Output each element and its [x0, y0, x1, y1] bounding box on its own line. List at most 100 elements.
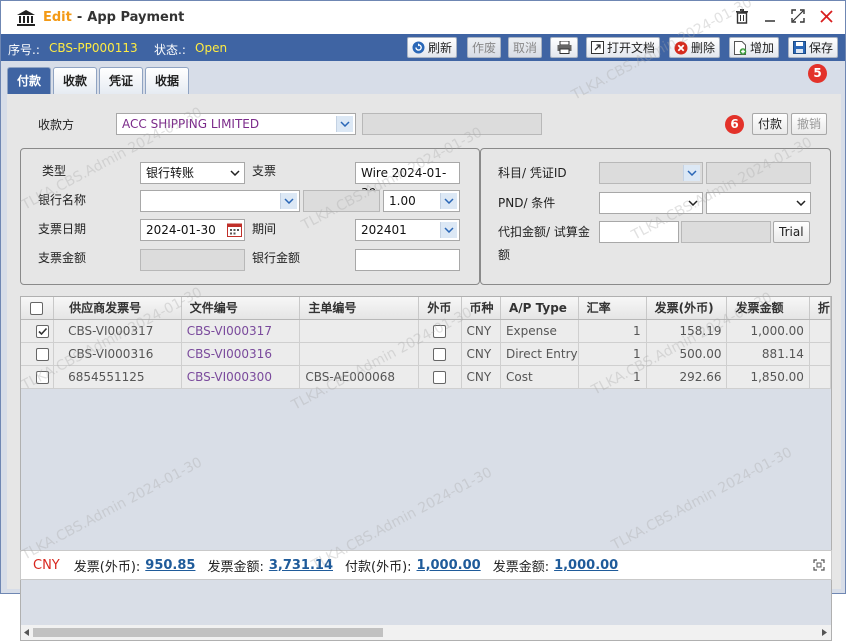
row-checkbox[interactable] [36, 347, 49, 361]
col-invoice-amount[interactable]: 发票金额 [726, 297, 810, 320]
cell-invoice-amount: 881.14 [726, 342, 810, 366]
row-checkbox[interactable] [36, 370, 49, 384]
void-button[interactable]: 作废 [467, 37, 502, 58]
type-select[interactable]: 银行转账 [140, 162, 245, 184]
seq-label: 序号.: [8, 43, 40, 57]
fx-checkbox[interactable] [433, 324, 447, 338]
payment-info-group: 类型 银行转账 支票 Wire 2024-01-30 银行名称 1.00 支票日… [20, 148, 480, 285]
chevron-down-icon [440, 222, 457, 238]
pay-button[interactable]: 付款 [752, 113, 789, 135]
fx-checkbox[interactable] [433, 347, 447, 361]
badge-6: 6 [725, 115, 744, 134]
table-row[interactable]: CBS-VI000316 CBS-VI000316 CNY Direct Entry 1… [21, 342, 831, 366]
accounting-info-group: 科目/ 凭证ID PND/ 条件 代扣金额/ 试算金 额 Trial [480, 148, 831, 285]
col-ap-type[interactable]: A/P Type [500, 297, 579, 320]
chevron-down-icon [796, 200, 806, 206]
col-doc-no[interactable]: 文件编号 [181, 297, 301, 320]
col-currency[interactable]: 币种 [461, 297, 501, 320]
scrollbar-thumb[interactable] [33, 628, 383, 637]
open-doc-label: 打开文档 [607, 41, 656, 55]
col-foreign-currency[interactable]: 外币 [418, 297, 462, 320]
footer-currency: CNY [33, 557, 60, 573]
fx-checkbox[interactable] [433, 370, 447, 384]
select-all-checkbox[interactable] [30, 301, 43, 315]
col-invoice-fc[interactable]: 发票(外币) [646, 297, 728, 320]
row-checkbox-cell [21, 342, 55, 366]
cheque-field[interactable]: Wire 2024-01-30 [355, 162, 460, 200]
tab-receipt-doc[interactable]: 收据 [145, 67, 190, 94]
type-value: 银行转账 [146, 166, 195, 180]
cell-discount [809, 319, 831, 343]
cell-supplier-invoice: CBS-VI000316 [53, 342, 182, 366]
chevron-down-icon [336, 116, 353, 132]
close-icon[interactable] [817, 9, 835, 27]
horizontal-scrollbar[interactable] [21, 625, 831, 640]
cancel-button[interactable]: 取消 [508, 37, 543, 58]
footer-inv-fc-value[interactable]: 950.85 [145, 558, 195, 573]
save-button[interactable]: 保存 [788, 37, 839, 58]
status-label: 状态.: [154, 43, 186, 57]
footer-inv-amt2-value[interactable]: 1,000.00 [554, 558, 618, 573]
trash-icon[interactable] [733, 9, 751, 27]
footer-pay-fc-value[interactable]: 1,000.00 [417, 558, 481, 573]
scroll-left-icon[interactable] [24, 629, 30, 636]
chevron-down-icon [688, 200, 698, 206]
cell-doc-no: CBS-VI000316 [181, 342, 301, 366]
withhold-label-2: 额 [498, 248, 511, 262]
summary-footer: CNY 发票(外币): 950.85 发票金额: 3,731.14 付款(外币)… [20, 550, 832, 580]
withhold-label: 代扣金额/ 试算金 [498, 225, 590, 239]
maximize-icon[interactable] [789, 9, 807, 27]
pnd-select[interactable] [599, 192, 703, 214]
period-select[interactable]: 202401 [355, 219, 460, 241]
period-value: 202401 [361, 223, 407, 237]
cell-invoice-fc: 500.00 [646, 342, 728, 366]
col-rate[interactable]: 汇率 [578, 297, 647, 320]
refresh-button[interactable]: 刷新 [407, 37, 458, 58]
tab-voucher[interactable]: 凭证 [99, 67, 144, 94]
bank-name-select[interactable] [140, 190, 300, 212]
cheque-date-field[interactable]: 2024-01-30 [140, 219, 245, 241]
cheque-amount-field [140, 249, 245, 271]
trial-button[interactable]: Trial [773, 221, 810, 243]
withhold-amount-field[interactable] [599, 221, 679, 243]
open-doc-button[interactable]: 打开文档 [586, 37, 661, 58]
footer-inv-amt-value[interactable]: 3,731.14 [269, 558, 333, 573]
condition-select[interactable] [706, 192, 811, 214]
row-checkbox[interactable] [36, 324, 49, 338]
void-label: 作废 [472, 41, 497, 55]
account-select [599, 162, 703, 184]
tab-receipt[interactable]: 收款 [53, 67, 98, 94]
payee-select[interactable]: ACC SHIPPING LIMITED [116, 113, 356, 135]
expand-icon[interactable] [813, 559, 825, 571]
cell-invoice-fc: 292.66 [646, 365, 728, 389]
chevron-down-icon [280, 193, 297, 209]
cell-master-no: CBS-AE000068 [299, 365, 420, 389]
minimize-icon[interactable] [761, 9, 779, 27]
table-row[interactable]: CBS-VI000317 CBS-VI000317 CNY Expense 1 158.1… [21, 319, 831, 343]
add-button[interactable]: 增加 [729, 37, 780, 58]
print-button[interactable] [550, 37, 578, 58]
delete-button[interactable]: 删除 [669, 37, 721, 58]
bank-name-label: 银行名称 [38, 193, 87, 207]
rate-select[interactable]: 1.00 [383, 190, 460, 212]
payee-value: ACC SHIPPING LIMITED [122, 117, 260, 131]
col-discount[interactable]: 折 [809, 297, 831, 320]
bank-amount-field[interactable] [355, 249, 460, 271]
add-label: 增加 [750, 41, 775, 55]
col-supplier-invoice[interactable]: 供应商发票号 [53, 297, 182, 320]
chevron-down-icon [683, 165, 700, 181]
cell-currency: CNY [461, 365, 501, 389]
cell-discount [809, 342, 831, 366]
cell-invoice-fc: 158.19 [646, 319, 728, 343]
calendar-icon[interactable] [227, 222, 242, 237]
undo-button[interactable]: 撤销 [791, 113, 828, 135]
delete-icon [674, 41, 688, 54]
scroll-right-icon[interactable] [822, 629, 828, 636]
select-all-header[interactable] [21, 297, 55, 320]
main-panel: 收款方 ACC SHIPPING LIMITED 6 付款 撤销 类型 银行转账… [7, 94, 841, 641]
col-master-no[interactable]: 主单编号 [299, 297, 420, 320]
footer-inv-amt-label: 发票金额: [207, 559, 264, 575]
title-edit: Edit [43, 10, 72, 25]
tab-payment[interactable]: 付款 [7, 67, 52, 94]
table-row[interactable]: 6854551125 CBS-VI000300 CBS-AE000068 CNY Cos… [21, 365, 831, 389]
